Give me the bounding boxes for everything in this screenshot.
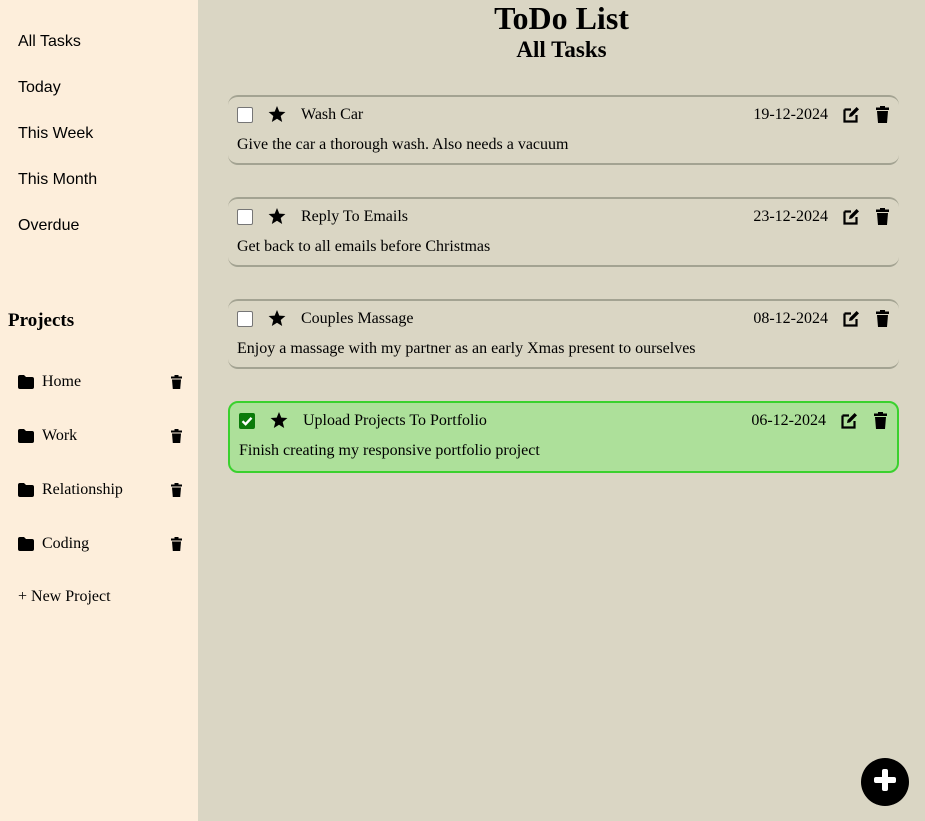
folder-icon	[18, 537, 34, 551]
project-item-coding[interactable]: Coding	[18, 533, 182, 555]
task-description: Finish creating my responsive portfolio …	[239, 442, 540, 459]
app-title: ToDo List	[494, 0, 629, 36]
star-icon[interactable]	[268, 106, 286, 123]
task-date: 23-12-2024	[753, 208, 828, 225]
nav-item-all-tasks[interactable]: All Tasks	[18, 33, 81, 51]
trash-icon[interactable]	[876, 310, 889, 327]
task-date: 19-12-2024	[753, 106, 828, 123]
project-item-relationship[interactable]: Relationship	[18, 479, 182, 501]
sidebar: All Tasks Today This Week This Month Ove…	[0, 0, 198, 821]
task-description: Give the car a thorough wash. Also needs…	[237, 136, 569, 153]
folder-icon	[18, 483, 34, 497]
project-label: Coding	[42, 535, 90, 552]
nav-item-today[interactable]: Today	[18, 79, 61, 97]
folder-icon	[18, 375, 34, 389]
add-task-button[interactable]	[861, 758, 909, 806]
view-title: All Tasks	[516, 37, 607, 62]
edit-icon[interactable]	[841, 412, 858, 429]
trash-icon[interactable]	[874, 412, 887, 429]
project-label: Work	[42, 427, 78, 444]
task-checkbox[interactable]	[237, 107, 253, 123]
task-name: Wash Car	[301, 106, 364, 123]
plus-icon	[873, 768, 897, 797]
task-description: Get back to all emails before Christmas	[237, 238, 491, 255]
task-date: 08-12-2024	[753, 310, 828, 327]
trash-icon[interactable]	[876, 208, 889, 225]
nav-item-this-week[interactable]: This Week	[18, 125, 93, 143]
task-card[interactable]: Couples Massage 08-12-2024 Enjoy a massa…	[228, 299, 899, 369]
nav-item-this-month[interactable]: This Month	[18, 171, 97, 189]
task-card-completed[interactable]: Upload Projects To Portfolio 06-12-2024 …	[228, 401, 899, 473]
task-card[interactable]: Reply To Emails 23-12-2024 Get back to a…	[228, 197, 899, 267]
star-icon[interactable]	[268, 310, 286, 327]
task-description: Enjoy a massage with my partner as an ea…	[237, 340, 696, 357]
task-checkbox[interactable]	[237, 311, 253, 327]
task-name: Upload Projects To Portfolio	[303, 412, 487, 429]
new-project-button[interactable]: + New Project	[18, 588, 111, 606]
edit-icon[interactable]	[843, 310, 860, 327]
task-name: Reply To Emails	[301, 208, 409, 225]
task-checkbox-checked[interactable]	[239, 413, 255, 429]
project-item-work[interactable]: Work	[18, 425, 182, 447]
folder-icon	[18, 429, 34, 443]
project-label: Relationship	[42, 481, 123, 498]
star-icon[interactable]	[270, 412, 288, 429]
project-label: Home	[42, 373, 82, 390]
trash-icon[interactable]	[171, 537, 182, 551]
trash-icon[interactable]	[876, 106, 889, 123]
edit-icon[interactable]	[843, 106, 860, 123]
trash-icon[interactable]	[171, 375, 182, 389]
nav-item-overdue[interactable]: Overdue	[18, 217, 79, 235]
trash-icon[interactable]	[171, 483, 182, 497]
project-item-home[interactable]: Home	[18, 371, 182, 393]
task-card[interactable]: Wash Car 19-12-2024 Give the car a thoro…	[228, 95, 899, 165]
projects-heading: Projects	[8, 310, 75, 331]
star-icon[interactable]	[268, 208, 286, 225]
trash-icon[interactable]	[171, 429, 182, 443]
task-checkbox[interactable]	[237, 209, 253, 225]
task-name: Couples Massage	[301, 310, 414, 327]
task-date: 06-12-2024	[751, 412, 826, 429]
edit-icon[interactable]	[843, 208, 860, 225]
